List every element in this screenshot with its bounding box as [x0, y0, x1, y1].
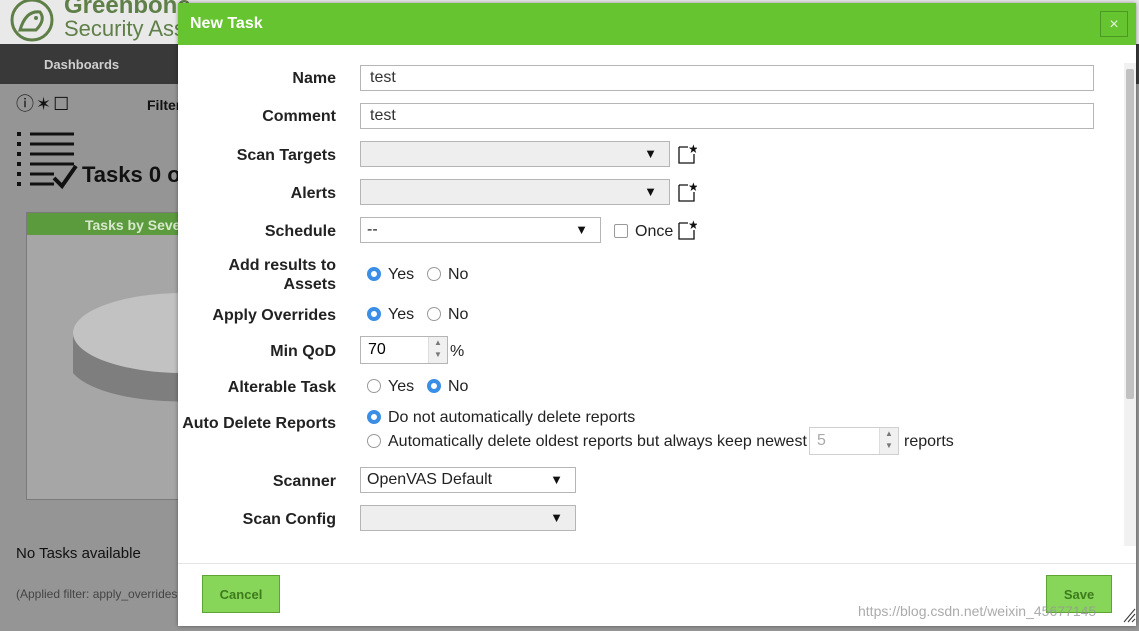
add-results-no-label: No [448, 266, 469, 283]
chevron-down-icon: ▼ [575, 222, 588, 237]
chevron-down-icon: ▼ [550, 510, 563, 525]
new-alert-icon[interactable]: ★ [677, 181, 697, 203]
auto-delete-keep-radio[interactable] [367, 434, 381, 448]
schedule-label: Schedule [264, 223, 336, 240]
min-qod-input[interactable]: 70 ▲ ▼ [360, 336, 448, 364]
dialog-body: Name Comment Scan Targets ▼ ★ Alerts ▼ ★… [178, 45, 1136, 563]
scan-targets-select[interactable]: ▼ [360, 141, 670, 167]
add-results-yes-radio[interactable] [367, 267, 381, 281]
apply-overrides-yes-radio[interactable] [367, 307, 381, 321]
chevron-down-icon: ▼ [550, 472, 563, 487]
min-qod-value: 70 [368, 341, 386, 358]
severity-chart-panel: Tasks by Severity Class [26, 212, 193, 500]
auto-delete-none-radio[interactable] [367, 410, 381, 424]
comment-label: Comment [262, 108, 336, 125]
name-label: Name [292, 70, 336, 87]
alterable-no-label: No [448, 378, 469, 395]
svg-text:★: ★ [688, 219, 697, 232]
chevron-down-icon: ▼ [644, 184, 657, 199]
help-icon[interactable]: ⓘ [16, 94, 36, 114]
apply-overrides-label: Apply Overrides [212, 307, 336, 324]
new-target-icon[interactable]: ★ [677, 143, 697, 165]
greenbone-logo-icon [10, 0, 54, 42]
schedule-value: -- [367, 221, 378, 238]
dialog-title: New Task [190, 15, 263, 32]
new-task-icon[interactable]: ☐ [53, 94, 71, 114]
comment-input[interactable] [360, 103, 1094, 129]
name-input[interactable] [360, 65, 1094, 91]
scan-config-label: Scan Config [242, 511, 336, 528]
min-qod-label: Min QoD [270, 343, 336, 360]
wizard-icon[interactable]: ✶ [36, 94, 53, 114]
dialog-header: New Task × [178, 3, 1136, 45]
min-qod-unit: % [450, 343, 465, 360]
tasks-list-icon [17, 132, 78, 190]
keep-reports-unit: reports [904, 433, 954, 450]
pie-chart [73, 293, 193, 402]
keep-reports-input[interactable]: 5 ▲ ▼ [809, 427, 899, 455]
auto-delete-keep-label: Automatically delete oldest reports but … [388, 433, 807, 450]
apply-overrides-no-label: No [448, 306, 469, 323]
resize-handle-icon[interactable] [1122, 603, 1136, 623]
svg-text:★: ★ [688, 143, 697, 156]
spinner-arrows-icon[interactable]: ▲ ▼ [428, 337, 447, 363]
alterable-yes-label: Yes [388, 378, 415, 395]
filter-label: Filter [147, 97, 182, 113]
alerts-label: Alerts [290, 185, 336, 202]
add-results-no-radio[interactable] [427, 267, 441, 281]
keep-reports-value: 5 [817, 432, 826, 449]
toolbar-icons: ⓘ✶☐ [16, 90, 71, 116]
scanner-label: Scanner [272, 473, 336, 490]
alterable-yes-radio[interactable] [367, 379, 381, 393]
empty-state-text: No Tasks available [16, 545, 141, 562]
alterable-label: Alterable Task [227, 379, 336, 396]
watermark-text: https://blog.csdn.net/weixin_45677145 [858, 603, 1097, 619]
new-task-dialog: New Task × Name Comment Scan Targets ▼ ★… [178, 3, 1136, 626]
apply-overrides-no-radio[interactable] [427, 307, 441, 321]
schedule-select[interactable]: -- ▼ [360, 217, 601, 243]
dialog-footer-divider [178, 563, 1136, 564]
auto-delete-none-label: Do not automatically delete reports [388, 409, 636, 426]
auto-delete-label: Auto Delete Reports [182, 415, 336, 432]
add-results-yes-label: Yes [388, 266, 415, 283]
new-schedule-icon[interactable]: ★ [677, 219, 697, 241]
cancel-button[interactable]: Cancel [202, 575, 280, 613]
scanner-value: OpenVAS Default [367, 471, 493, 488]
nav-item-dashboards[interactable]: Dashboards [44, 57, 119, 72]
add-results-label: Add results to Assets [228, 257, 336, 293]
scrollbar-thumb[interactable] [1126, 69, 1134, 399]
dialog-scrollbar[interactable] [1124, 63, 1136, 546]
chevron-down-icon: ▼ [644, 146, 657, 161]
alerts-select[interactable]: ▼ [360, 179, 670, 205]
spinner-arrows-icon[interactable]: ▲ ▼ [879, 428, 898, 454]
once-checkbox[interactable] [614, 224, 628, 238]
apply-overrides-yes-label: Yes [388, 306, 415, 323]
chart-title: Tasks by Severity Class [27, 213, 187, 235]
scanner-select[interactable]: OpenVAS Default ▼ [360, 467, 576, 493]
close-button[interactable]: × [1100, 11, 1128, 37]
alterable-no-radio[interactable] [427, 379, 441, 393]
scan-config-select[interactable]: ▼ [360, 505, 576, 531]
once-label: Once [635, 223, 674, 240]
svg-text:★: ★ [688, 181, 697, 194]
scan-targets-label: Scan Targets [236, 147, 336, 164]
